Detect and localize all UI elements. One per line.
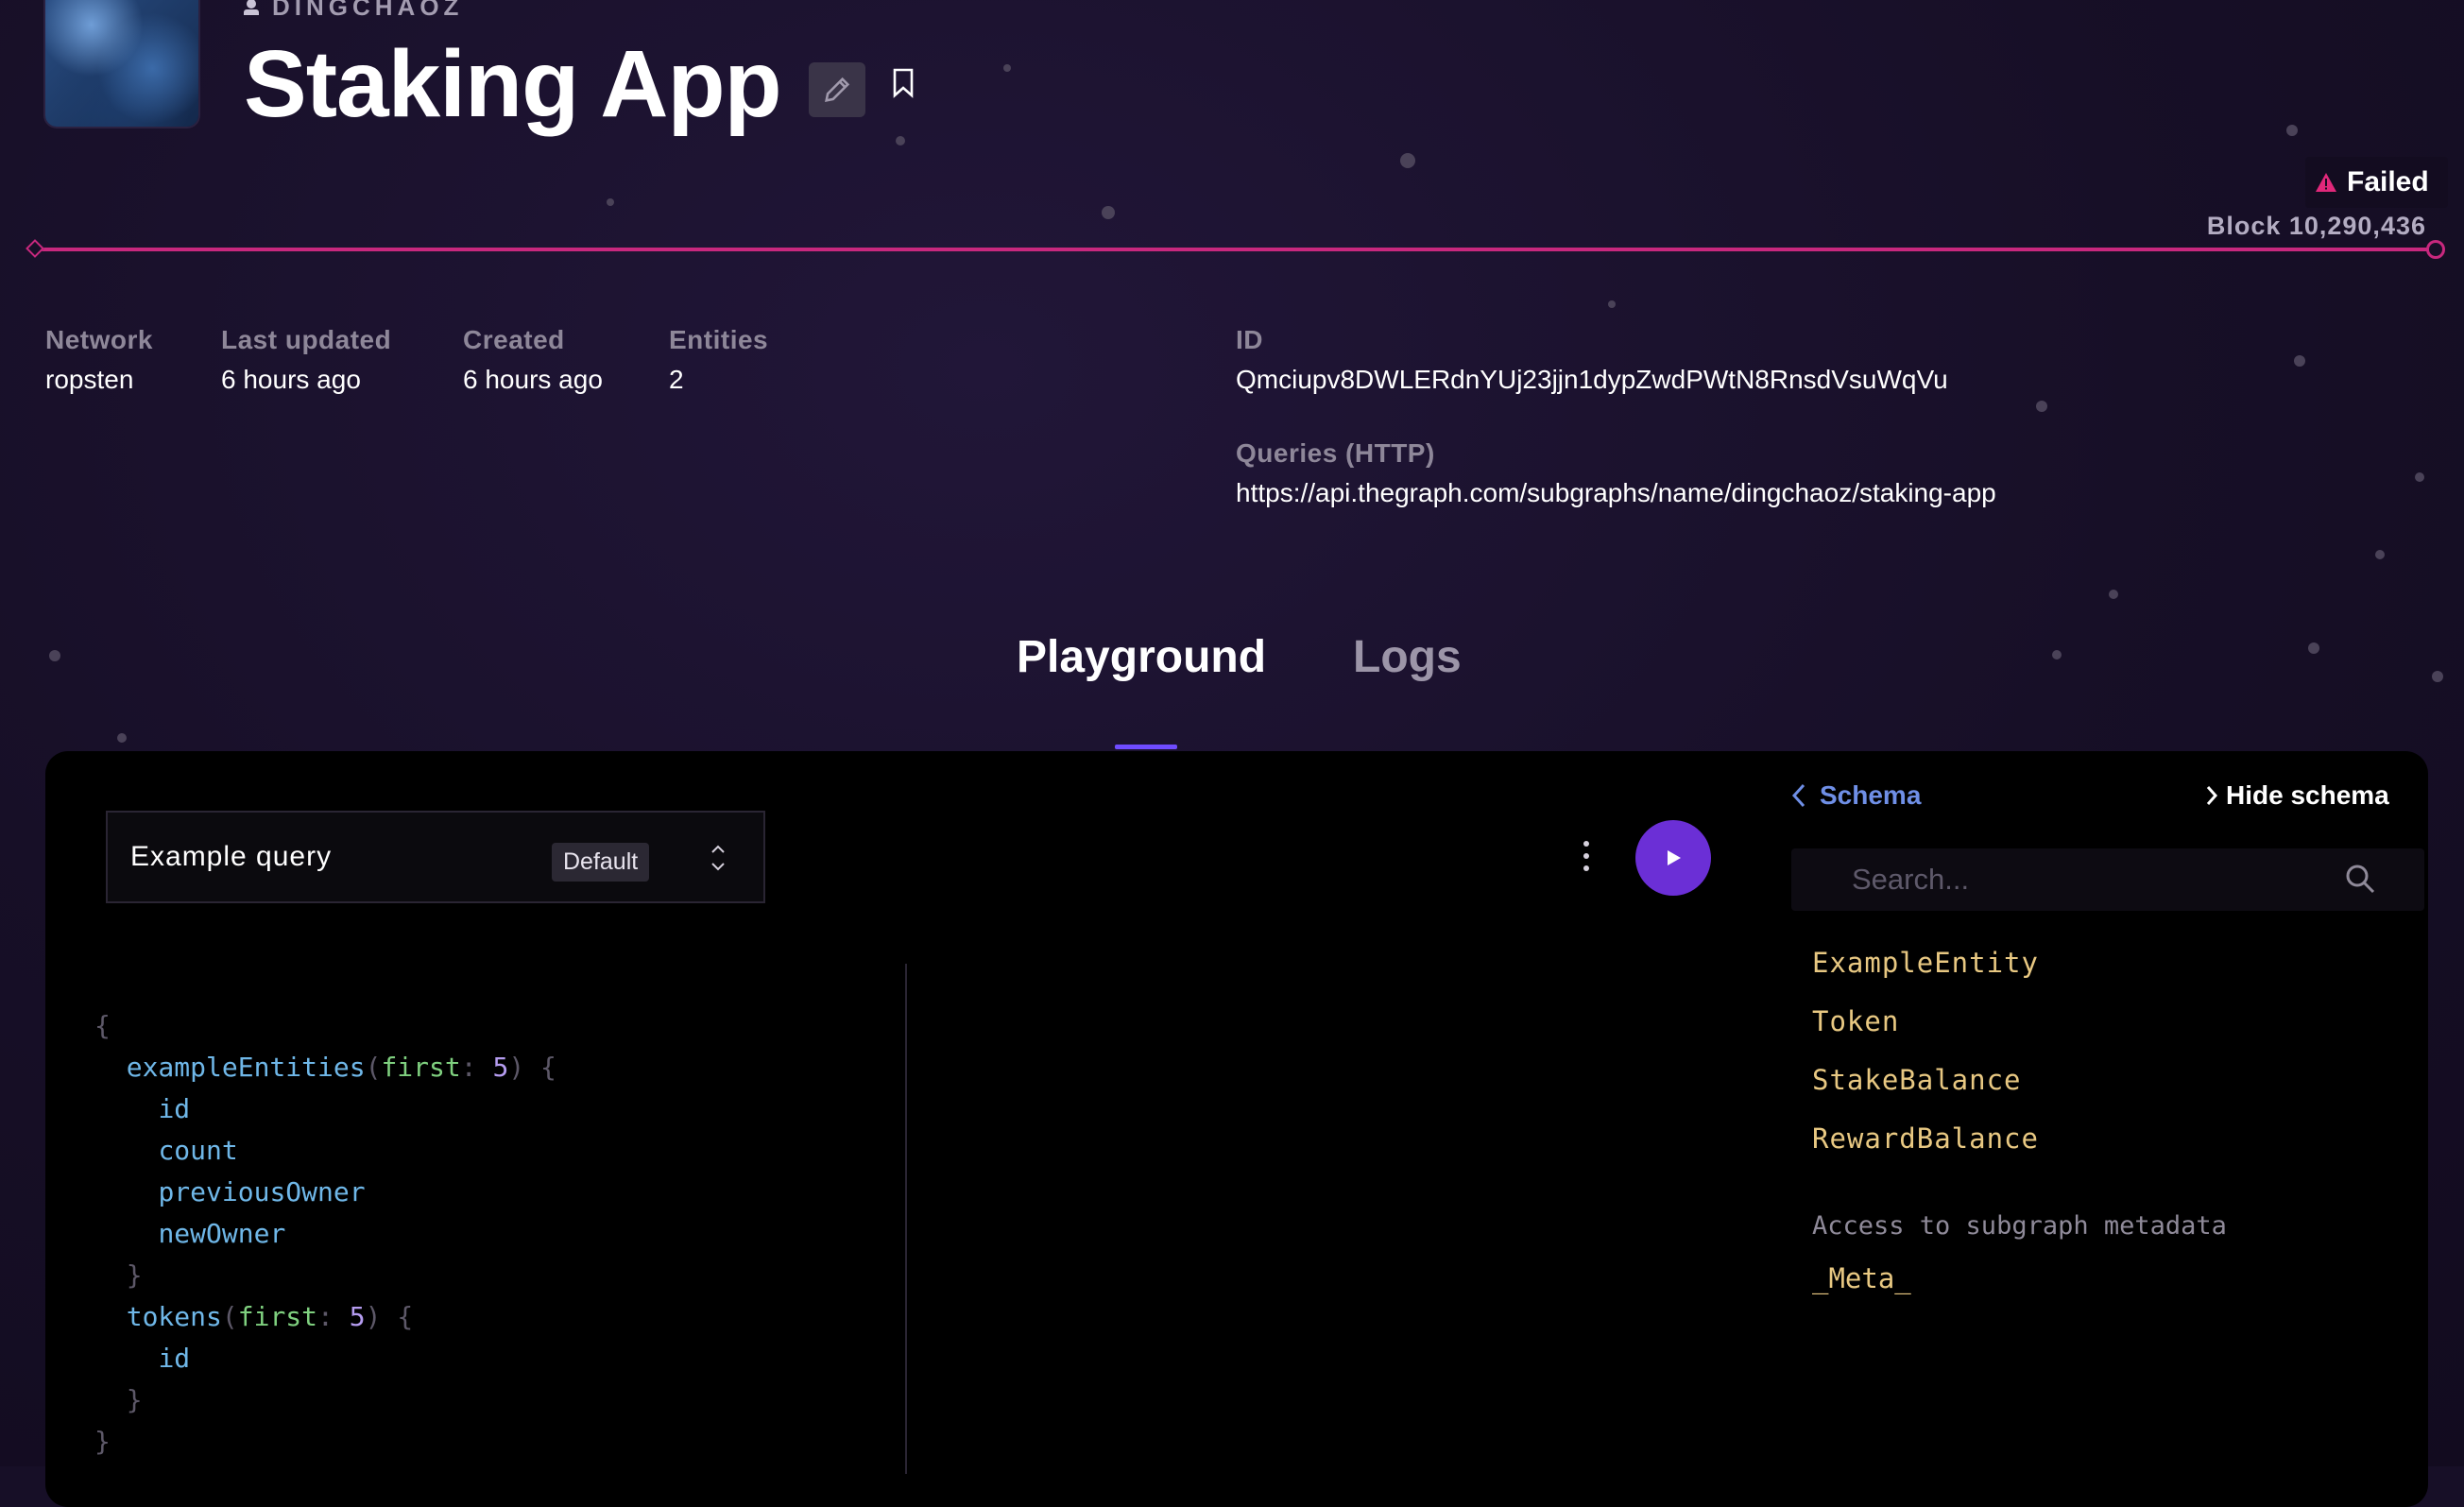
code-arg: first — [237, 1301, 318, 1332]
metadata-note: Access to subgraph metadata — [1812, 1211, 2227, 1241]
sync-progress-bar — [34, 248, 2439, 251]
code-field: id — [158, 1093, 191, 1124]
code-arg-value: 5 — [349, 1301, 366, 1332]
editor-divider — [905, 964, 907, 1474]
entities-value: 2 — [669, 365, 684, 394]
subgraph-avatar — [45, 0, 198, 127]
chevron-right-icon — [2206, 786, 2218, 805]
search-icon[interactable] — [2343, 862, 2377, 896]
schema-search-input[interactable] — [1850, 860, 2307, 899]
owner-name: DINGCHAOZ — [272, 0, 464, 21]
code-field: count — [158, 1135, 238, 1166]
tab-logs[interactable]: Logs — [1353, 631, 1462, 683]
status-badge: Failed — [2305, 157, 2448, 208]
owner-link[interactable]: DINGCHAOZ — [244, 0, 463, 22]
warning-icon — [2316, 173, 2336, 192]
created-value: 6 hours ago — [463, 365, 603, 394]
run-query-button[interactable] — [1635, 820, 1711, 896]
last-updated-label: Last updated — [221, 325, 392, 354]
entities-detail: Entities 2 — [669, 325, 768, 395]
last-updated-detail: Last updated 6 hours ago — [221, 325, 391, 395]
edit-button[interactable] — [809, 62, 865, 117]
more-options-icon[interactable] — [1583, 841, 1589, 871]
hide-schema-button[interactable]: Hide schema — [2205, 780, 2389, 811]
network-label: Network — [45, 325, 153, 354]
query-selector[interactable]: Example query Default — [106, 811, 765, 903]
last-updated-value: 6 hours ago — [221, 365, 361, 394]
network-value: ropsten — [45, 365, 134, 394]
hide-schema-label: Hide schema — [2226, 780, 2389, 810]
code-arg: first — [381, 1052, 461, 1083]
network-detail: Network ropsten — [45, 325, 153, 395]
entities-label: Entities — [669, 325, 769, 354]
code-entities-field: exampleEntities — [126, 1052, 366, 1083]
code-field: id — [158, 1343, 191, 1374]
schema-type[interactable]: ExampleEntity — [1812, 947, 2039, 1005]
schema-type-list: ExampleEntity Token StakeBalance RewardB… — [1812, 947, 2039, 1181]
schema-type[interactable]: StakeBalance — [1812, 1064, 2039, 1122]
code-arg-value: 5 — [492, 1052, 509, 1083]
code-tokens-field: tokens — [126, 1301, 222, 1332]
id-label: ID — [1236, 325, 1263, 354]
id-detail: ID Qmciupv8DWLERdnYUj23jjn1dypZwdPWtN8Rn… — [1236, 325, 1948, 395]
queries-label: Queries (HTTP) — [1236, 438, 1435, 468]
chevron-updown-icon — [711, 845, 725, 871]
status-text: Failed — [2347, 166, 2429, 197]
query-name: Example query — [130, 841, 333, 872]
query-editor[interactable]: { exampleEntities(first: 5) { id count p… — [94, 1005, 556, 1463]
schema-type[interactable]: RewardBalance — [1812, 1122, 2039, 1181]
active-tab-indicator — [1115, 745, 1177, 749]
bookmark-icon[interactable] — [892, 68, 915, 98]
id-value[interactable]: Qmciupv8DWLERdnYUj23jjn1dypZwdPWtN8RnsdV… — [1236, 365, 1948, 395]
tab-playground[interactable]: Playground — [1017, 631, 1266, 683]
chevron-left-icon — [1791, 783, 1805, 808]
schema-search — [1791, 848, 2424, 911]
page-title: Staking App — [244, 31, 782, 137]
schema-type[interactable]: Token — [1812, 1005, 2039, 1064]
block-number: Block 10,290,436 — [2206, 212, 2426, 240]
play-icon — [1668, 850, 1681, 865]
schema-back-label: Schema — [1820, 780, 1922, 810]
schema-meta-type[interactable]: _Meta_ — [1812, 1262, 1911, 1294]
created-label: Created — [463, 325, 565, 354]
progress-end-marker — [2426, 240, 2445, 259]
queries-detail: Queries (HTTP) https://api.thegraph.com/… — [1236, 438, 1996, 508]
schema-back-button[interactable]: Schema — [1791, 780, 1921, 811]
pencil-icon — [825, 77, 850, 102]
created-detail: Created 6 hours ago — [463, 325, 603, 395]
default-badge: Default — [552, 843, 650, 882]
code-field: newOwner — [158, 1218, 286, 1249]
code-field: previousOwner — [158, 1176, 366, 1207]
user-icon — [244, 0, 259, 16]
queries-url[interactable]: https://api.thegraph.com/subgraphs/name/… — [1236, 478, 1996, 508]
